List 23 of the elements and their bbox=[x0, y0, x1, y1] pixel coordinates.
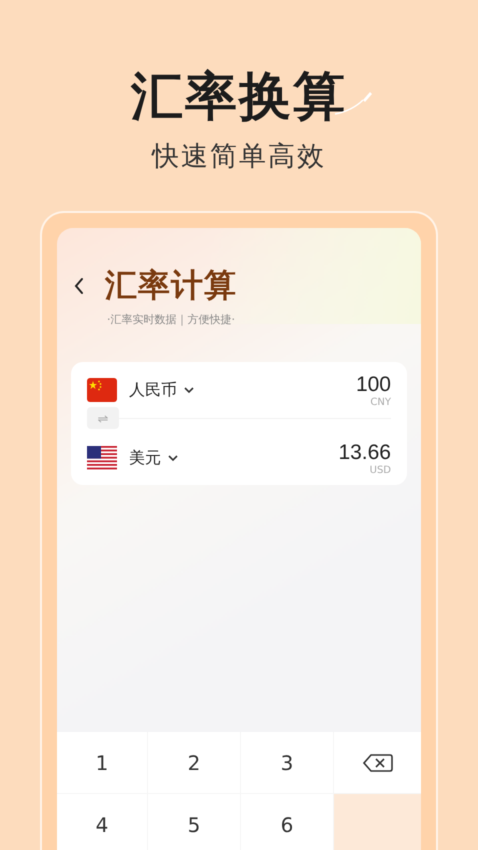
currency-code: USD bbox=[370, 464, 391, 476]
subheadline: 快速简单高效 bbox=[152, 140, 326, 174]
number-key[interactable]: 6 bbox=[241, 794, 333, 850]
currency-selector[interactable]: 人民币 bbox=[129, 380, 195, 400]
back-icon[interactable] bbox=[73, 276, 85, 296]
number-key[interactable]: 5 bbox=[148, 794, 240, 850]
currency-selector[interactable]: 美元 bbox=[129, 448, 179, 468]
number-key[interactable]: 1 bbox=[57, 732, 147, 793]
amount: 100 bbox=[356, 372, 391, 396]
screen-title: 汇率计算 bbox=[105, 265, 237, 306]
chevron-icon bbox=[167, 454, 179, 462]
amount: 13.66 bbox=[338, 440, 391, 464]
number-key[interactable]: 2 bbox=[148, 732, 240, 793]
backspace-icon bbox=[362, 752, 392, 772]
flag-icon bbox=[87, 378, 117, 402]
number-key[interactable]: 4 bbox=[57, 794, 147, 850]
number-key[interactable]: 3 bbox=[241, 732, 333, 793]
currency-code: CNY bbox=[370, 396, 391, 408]
backspace-key[interactable] bbox=[334, 732, 421, 793]
headline: 汇率换算 bbox=[131, 66, 347, 129]
screen-subtitle: ·汇率实时数据｜方便快捷· bbox=[107, 312, 236, 327]
chevron-icon bbox=[183, 386, 195, 394]
flag-icon bbox=[87, 446, 117, 470]
